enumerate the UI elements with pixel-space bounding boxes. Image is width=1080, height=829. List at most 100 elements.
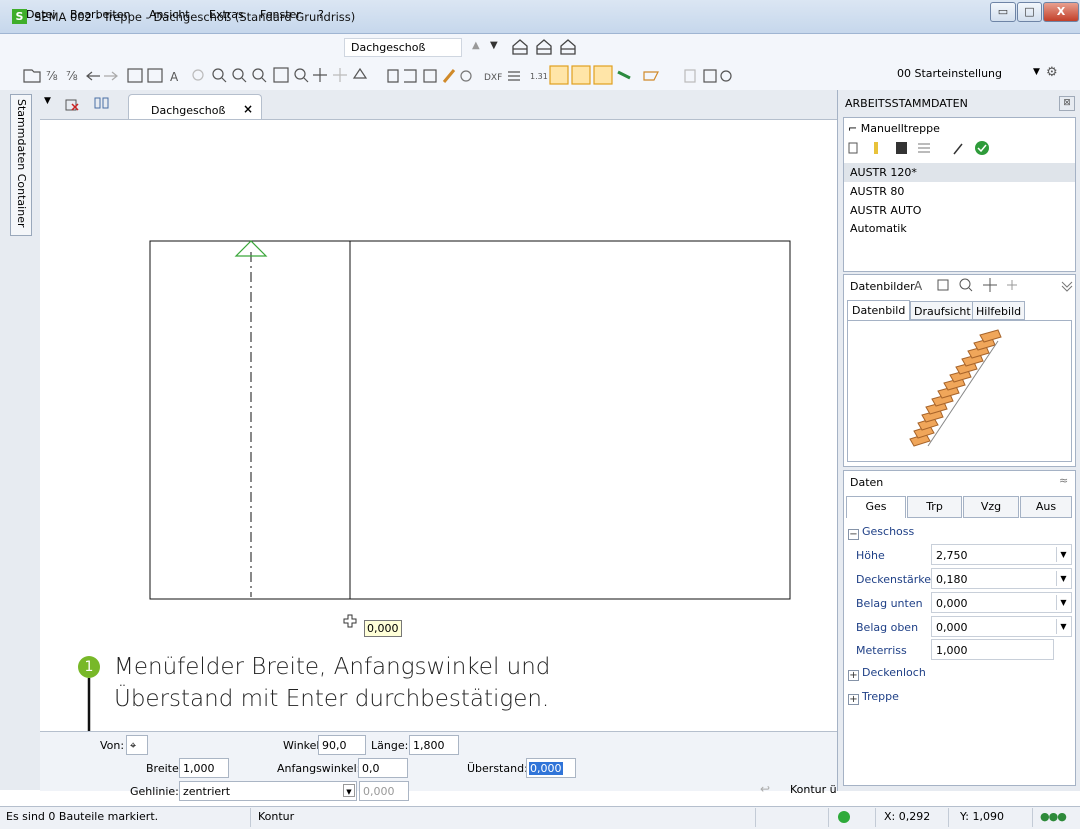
gehlinie-value: zentriert [183, 785, 231, 798]
svg-text:⅞: ⅞ [46, 69, 58, 83]
status-divider [828, 808, 829, 827]
collapse-box-icon: − [848, 529, 859, 540]
list-item-austr120[interactable]: AUSTR 120* [850, 166, 917, 179]
list-item-austr-auto[interactable]: AUSTR AUTO [850, 204, 921, 217]
datenbilder-label: Datenbilder [850, 280, 915, 293]
prop-value: 1,000 [936, 644, 968, 657]
undo-icon[interactable]: ↩ [760, 782, 770, 796]
kontur-label: Kontur ü [790, 783, 837, 796]
section-treppe[interactable]: + Treppe [848, 690, 899, 705]
list-toolbar-icons[interactable] [846, 138, 996, 158]
prop-belag-oben-field[interactable]: 0,000 ▼ [931, 616, 1072, 637]
prop-label-hoehe: Höhe [856, 549, 885, 562]
svg-text:A: A [170, 70, 179, 84]
ueberstand-input[interactable]: 0,000 [526, 758, 576, 778]
section-geschoss[interactable]: − Geschoss [848, 525, 914, 540]
ueberstand-label: Überstand: [467, 762, 528, 775]
floor-up-icon[interactable]: ▲ [472, 40, 480, 51]
chevron-down-icon[interactable]: ▼ [1056, 547, 1070, 562]
gehlinie-label: Gehlinie: [130, 785, 179, 798]
menu-extras[interactable]: Extras [209, 8, 244, 21]
menu-bearbeiten[interactable]: Bearbeiten [70, 8, 130, 21]
status-divider [250, 808, 251, 827]
expand-box-icon: + [848, 694, 859, 705]
von-label: Von: [100, 739, 125, 752]
prop-value: 0,180 [936, 573, 968, 586]
expand-box-icon: + [848, 670, 859, 681]
menu-ansicht[interactable]: Ansicht [149, 8, 190, 21]
menu-datei[interactable]: Datei [26, 8, 55, 21]
section-deckenloch-label: Deckenloch [862, 666, 926, 679]
cursor-value-tooltip: 0,000 [364, 620, 402, 637]
svg-text:DXF: DXF [484, 73, 502, 83]
maximize-button[interactable]: □ [1017, 2, 1042, 22]
status-divider [1032, 808, 1033, 827]
prop-value: 0,000 [936, 597, 968, 610]
prop-belag-unten-field[interactable]: 0,000 ▼ [931, 592, 1072, 613]
start-setting-select[interactable]: 00 Starteinstellung [895, 64, 1015, 84]
close-button[interactable]: X [1043, 2, 1079, 22]
prop-deckenstaerke-field[interactable]: 0,180 ▼ [931, 568, 1072, 589]
floor-down-icon[interactable]: ▼ [490, 40, 498, 51]
datenbilder-toolbar-icons[interactable]: A [912, 276, 1077, 294]
section-deckenloch[interactable]: + Deckenloch [848, 666, 926, 681]
floor-house-icons[interactable] [510, 38, 580, 56]
tab-label: Dachgeschoß [151, 104, 226, 117]
tab-datenbild[interactable]: Datenbild [847, 300, 911, 320]
tab-list-dropdown-icon[interactable]: ▼ [44, 96, 51, 106]
annotation-line-1: Menüfelder Breite, Anfangswinkel und [114, 654, 551, 680]
traffic-light-icon: ●●● [1040, 810, 1067, 823]
section-treppe-label: Treppe [862, 690, 899, 703]
pick-point-icon: ⌖ [130, 739, 137, 752]
drawing-canvas[interactable]: 0,000 [40, 119, 837, 731]
list-item-austr80[interactable]: AUSTR 80 [850, 185, 904, 198]
tab-ges[interactable]: Ges [846, 496, 906, 518]
annotation-text: Menüfelder Breite, Anfangswinkel und Übe… [78, 651, 598, 715]
section-geschoss-label: Geschoss [862, 525, 915, 538]
tab-dachgeschoss[interactable]: Dachgeschoß × [128, 94, 262, 120]
list-item-automatik[interactable]: Automatik [850, 222, 907, 235]
stair-drawing [149, 240, 791, 628]
winkel-input[interactable]: 90,0 [318, 735, 366, 755]
tab-trp[interactable]: Trp [907, 496, 962, 518]
svg-text:A: A [914, 279, 923, 293]
tab-tools-icons[interactable] [63, 94, 113, 112]
tab-draufsicht[interactable]: Draufsicht [910, 301, 975, 320]
gehlinie-select[interactable]: zentriert ▼ [179, 781, 357, 801]
status-divider [948, 808, 949, 827]
breite-input[interactable]: 1,000 [179, 758, 229, 778]
collapse-icon[interactable]: ≈ [1059, 474, 1068, 487]
stammdaten-container-tab[interactable]: Stammdaten Container [10, 94, 32, 236]
chevron-down-icon[interactable]: ▼ [343, 784, 355, 797]
manual-stair-item[interactable]: ⌐ Manuelltreppe [848, 122, 940, 135]
menu-help[interactable]: ? [318, 8, 324, 21]
status-indicator-icon [838, 811, 850, 823]
chevron-down-icon[interactable]: ▼ [1056, 571, 1070, 586]
tab-vzg[interactable]: Vzg [963, 496, 1019, 518]
tab-hilfebild[interactable]: Hilfebild [972, 301, 1026, 320]
prop-label-belag-unten: Belag unten [856, 597, 923, 610]
floor-select[interactable]: Dachgeschoß [344, 38, 462, 57]
von-pick-button[interactable]: ⌖ [126, 735, 148, 755]
panel-title: ARBEITSSTAMMDATEN [845, 97, 968, 110]
close-tab-icon[interactable]: × [243, 102, 253, 116]
prop-value: 0,000 [936, 621, 968, 634]
chevron-down-icon[interactable]: ▼ [1056, 595, 1070, 610]
gehlinie-offset-input[interactable]: 0,000 [359, 781, 409, 801]
anfangswinkel-input[interactable]: 0,0 [358, 758, 408, 778]
laenge-label: Länge: [371, 739, 409, 752]
toolbar-icons[interactable]: ⅞ ⅞ A DXF 1.31 [20, 64, 890, 86]
chevron-down-icon[interactable]: ▼ [1033, 67, 1040, 77]
laenge-input[interactable]: 1,800 [409, 735, 459, 755]
prop-meterriss-field[interactable]: 1,000 [931, 639, 1054, 660]
prop-hoehe-field[interactable]: 2,750 ▼ [931, 544, 1072, 565]
menu-fenster[interactable]: Fenster [260, 8, 301, 21]
minimize-button[interactable]: ▭ [990, 2, 1016, 22]
settings-icon[interactable]: ⚙ [1046, 65, 1058, 80]
tab-aus[interactable]: Aus [1020, 496, 1072, 518]
svg-text:⅞: ⅞ [66, 69, 78, 83]
daten-label: Daten [850, 476, 884, 489]
chevron-down-icon[interactable]: ▼ [1056, 619, 1070, 634]
annotation-line-2: Überstand mit Enter durchbestätigen. [114, 686, 550, 712]
panel-close-button[interactable]: ⊠ [1059, 96, 1075, 111]
